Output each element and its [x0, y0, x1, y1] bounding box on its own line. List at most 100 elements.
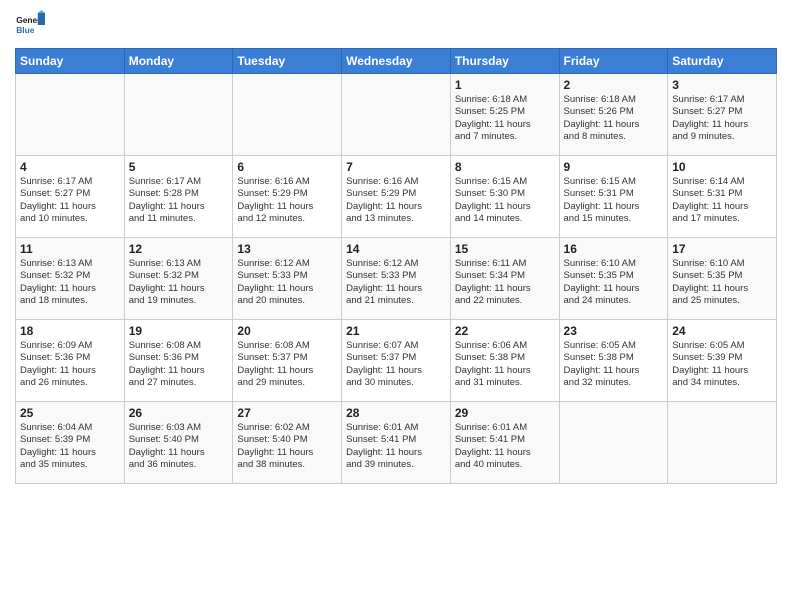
day-number: 11 [20, 242, 120, 256]
calendar-cell: 12Sunrise: 6:13 AM Sunset: 5:32 PM Dayli… [124, 238, 233, 320]
calendar-cell: 3 Sunrise: 6:17 AM Sunset: 5:27 PM Daylig… [668, 74, 777, 156]
day-info: Sunrise: 6:10 AM Sunset: 5:35 PM Dayligh… [672, 258, 772, 307]
day-info: Sunrise: 6:16 AM Sunset: 5:29 PM Dayligh… [237, 176, 337, 225]
day-info: Sunrise: 6:17 AM Sunset: 5:28 PM Dayligh… [129, 176, 229, 225]
day-info: Sunrise: 6:10 AM Sunset: 5:35 PM Dayligh… [564, 258, 664, 307]
day-number: 9 [564, 160, 664, 174]
day-number: 7 [346, 160, 446, 174]
day-number: 4 [20, 160, 120, 174]
day-number: 20 [237, 324, 337, 338]
calendar-cell: 28 Sunrise: 6:01 AM Sunset: 5:41 PM Dayli… [342, 402, 451, 484]
calendar-cell: 29 Sunrise: 6:01 AM Sunset: 5:41 PM Dayli… [450, 402, 559, 484]
calendar-cell: 22Sunrise: 6:06 AM Sunset: 5:38 PM Dayli… [450, 320, 559, 402]
week-row-4: 18 Sunrise: 6:09 AM Sunset: 5:36 PM Dayli… [16, 320, 777, 402]
generalblue-icon: General Blue [15, 10, 45, 40]
day-info: Sunrise: 6:11 AM Sunset: 5:34 PM Dayligh… [455, 258, 555, 307]
calendar-cell: 4 Sunrise: 6:17 AM Sunset: 5:27 PM Daylig… [16, 156, 125, 238]
calendar-cell: 8Sunrise: 6:15 AM Sunset: 5:30 PM Daylig… [450, 156, 559, 238]
weekday-header-sunday: Sunday [16, 49, 125, 74]
weekday-header-thursday: Thursday [450, 49, 559, 74]
day-number: 5 [129, 160, 229, 174]
calendar-cell: 10 Sunrise: 6:14 AM Sunset: 5:31 PM Dayli… [668, 156, 777, 238]
day-info: Sunrise: 6:14 AM Sunset: 5:31 PM Dayligh… [672, 176, 772, 225]
day-number: 6 [237, 160, 337, 174]
day-number: 24 [672, 324, 772, 338]
day-number: 19 [129, 324, 229, 338]
logo: General Blue [15, 10, 49, 40]
day-info: Sunrise: 6:01 AM Sunset: 5:41 PM Dayligh… [346, 422, 446, 471]
day-number: 17 [672, 242, 772, 256]
day-number: 21 [346, 324, 446, 338]
day-info: Sunrise: 6:13 AM Sunset: 5:32 PM Dayligh… [129, 258, 229, 307]
calendar-cell [668, 402, 777, 484]
day-number: 13 [237, 242, 337, 256]
calendar-cell: 13 Sunrise: 6:12 AM Sunset: 5:33 PM Dayli… [233, 238, 342, 320]
calendar-cell: 26 Sunrise: 6:03 AM Sunset: 5:40 PM Dayli… [124, 402, 233, 484]
weekday-header-saturday: Saturday [668, 49, 777, 74]
day-info: Sunrise: 6:13 AM Sunset: 5:32 PM Dayligh… [20, 258, 120, 307]
week-row-5: 25Sunrise: 6:04 AM Sunset: 5:39 PM Dayli… [16, 402, 777, 484]
day-number: 10 [672, 160, 772, 174]
day-info: Sunrise: 6:05 AM Sunset: 5:38 PM Dayligh… [564, 340, 664, 389]
day-number: 18 [20, 324, 120, 338]
calendar-cell: 2 Sunrise: 6:18 AM Sunset: 5:26 PM Daylig… [559, 74, 668, 156]
calendar-cell: 7 Sunrise: 6:16 AM Sunset: 5:29 PM Daylig… [342, 156, 451, 238]
day-info: Sunrise: 6:09 AM Sunset: 5:36 PM Dayligh… [20, 340, 120, 389]
calendar-cell: 27Sunrise: 6:02 AM Sunset: 5:40 PM Dayli… [233, 402, 342, 484]
day-number: 26 [129, 406, 229, 420]
day-number: 28 [346, 406, 446, 420]
day-number: 23 [564, 324, 664, 338]
day-info: Sunrise: 6:17 AM Sunset: 5:27 PM Dayligh… [20, 176, 120, 225]
calendar-cell: 14 Sunrise: 6:12 AM Sunset: 5:33 PM Dayli… [342, 238, 451, 320]
calendar-cell [342, 74, 451, 156]
week-row-3: 11 Sunrise: 6:13 AM Sunset: 5:32 PM Dayli… [16, 238, 777, 320]
weekday-header-wednesday: Wednesday [342, 49, 451, 74]
calendar-cell: 6 Sunrise: 6:16 AM Sunset: 5:29 PM Daylig… [233, 156, 342, 238]
day-info: Sunrise: 6:01 AM Sunset: 5:41 PM Dayligh… [455, 422, 555, 471]
day-info: Sunrise: 6:12 AM Sunset: 5:33 PM Dayligh… [237, 258, 337, 307]
calendar-cell: 5 Sunrise: 6:17 AM Sunset: 5:28 PM Daylig… [124, 156, 233, 238]
calendar-table: SundayMondayTuesdayWednesdayThursdayFrid… [15, 48, 777, 484]
day-number: 22 [455, 324, 555, 338]
header-area: General Blue [15, 10, 777, 40]
day-info: Sunrise: 6:18 AM Sunset: 5:25 PM Dayligh… [455, 94, 555, 143]
day-info: Sunrise: 6:07 AM Sunset: 5:37 PM Dayligh… [346, 340, 446, 389]
calendar-cell: 17 Sunrise: 6:10 AM Sunset: 5:35 PM Dayli… [668, 238, 777, 320]
week-row-2: 4 Sunrise: 6:17 AM Sunset: 5:27 PM Daylig… [16, 156, 777, 238]
calendar-cell: 16 Sunrise: 6:10 AM Sunset: 5:35 PM Dayli… [559, 238, 668, 320]
day-info: Sunrise: 6:17 AM Sunset: 5:27 PM Dayligh… [672, 94, 772, 143]
calendar-cell [559, 402, 668, 484]
day-info: Sunrise: 6:05 AM Sunset: 5:39 PM Dayligh… [672, 340, 772, 389]
weekday-header-friday: Friday [559, 49, 668, 74]
calendar-cell: 21 Sunrise: 6:07 AM Sunset: 5:37 PM Dayli… [342, 320, 451, 402]
week-row-1: 1Sunrise: 6:18 AM Sunset: 5:25 PM Daylig… [16, 74, 777, 156]
day-number: 8 [455, 160, 555, 174]
calendar-cell [233, 74, 342, 156]
weekday-header-tuesday: Tuesday [233, 49, 342, 74]
day-number: 29 [455, 406, 555, 420]
day-info: Sunrise: 6:08 AM Sunset: 5:36 PM Dayligh… [129, 340, 229, 389]
day-info: Sunrise: 6:08 AM Sunset: 5:37 PM Dayligh… [237, 340, 337, 389]
day-info: Sunrise: 6:16 AM Sunset: 5:29 PM Dayligh… [346, 176, 446, 225]
day-info: Sunrise: 6:15 AM Sunset: 5:31 PM Dayligh… [564, 176, 664, 225]
calendar-cell: 20 Sunrise: 6:08 AM Sunset: 5:37 PM Dayli… [233, 320, 342, 402]
day-number: 14 [346, 242, 446, 256]
day-number: 3 [672, 78, 772, 92]
calendar-cell: 23 Sunrise: 6:05 AM Sunset: 5:38 PM Dayli… [559, 320, 668, 402]
calendar-cell: 15 Sunrise: 6:11 AM Sunset: 5:34 PM Dayli… [450, 238, 559, 320]
calendar-cell: 19 Sunrise: 6:08 AM Sunset: 5:36 PM Dayli… [124, 320, 233, 402]
calendar-cell: 1Sunrise: 6:18 AM Sunset: 5:25 PM Daylig… [450, 74, 559, 156]
calendar-cell [16, 74, 125, 156]
calendar-cell: 11 Sunrise: 6:13 AM Sunset: 5:32 PM Dayli… [16, 238, 125, 320]
day-number: 16 [564, 242, 664, 256]
calendar-cell: 18 Sunrise: 6:09 AM Sunset: 5:36 PM Dayli… [16, 320, 125, 402]
day-info: Sunrise: 6:03 AM Sunset: 5:40 PM Dayligh… [129, 422, 229, 471]
day-number: 2 [564, 78, 664, 92]
day-number: 25 [20, 406, 120, 420]
day-info: Sunrise: 6:12 AM Sunset: 5:33 PM Dayligh… [346, 258, 446, 307]
weekday-header-row: SundayMondayTuesdayWednesdayThursdayFrid… [16, 49, 777, 74]
day-info: Sunrise: 6:18 AM Sunset: 5:26 PM Dayligh… [564, 94, 664, 143]
day-number: 15 [455, 242, 555, 256]
calendar-cell: 24 Sunrise: 6:05 AM Sunset: 5:39 PM Dayli… [668, 320, 777, 402]
calendar-cell [124, 74, 233, 156]
